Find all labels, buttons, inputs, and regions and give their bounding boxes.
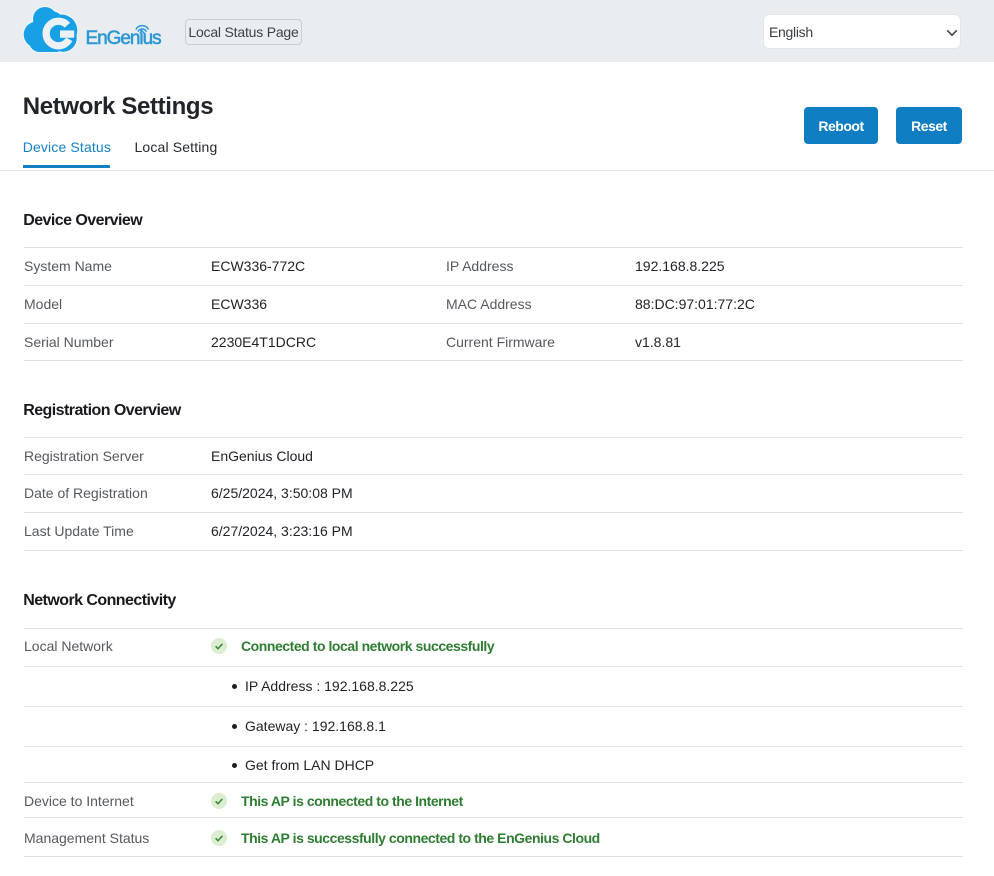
svg-text:EnGenius: EnGenius bbox=[86, 28, 162, 49]
